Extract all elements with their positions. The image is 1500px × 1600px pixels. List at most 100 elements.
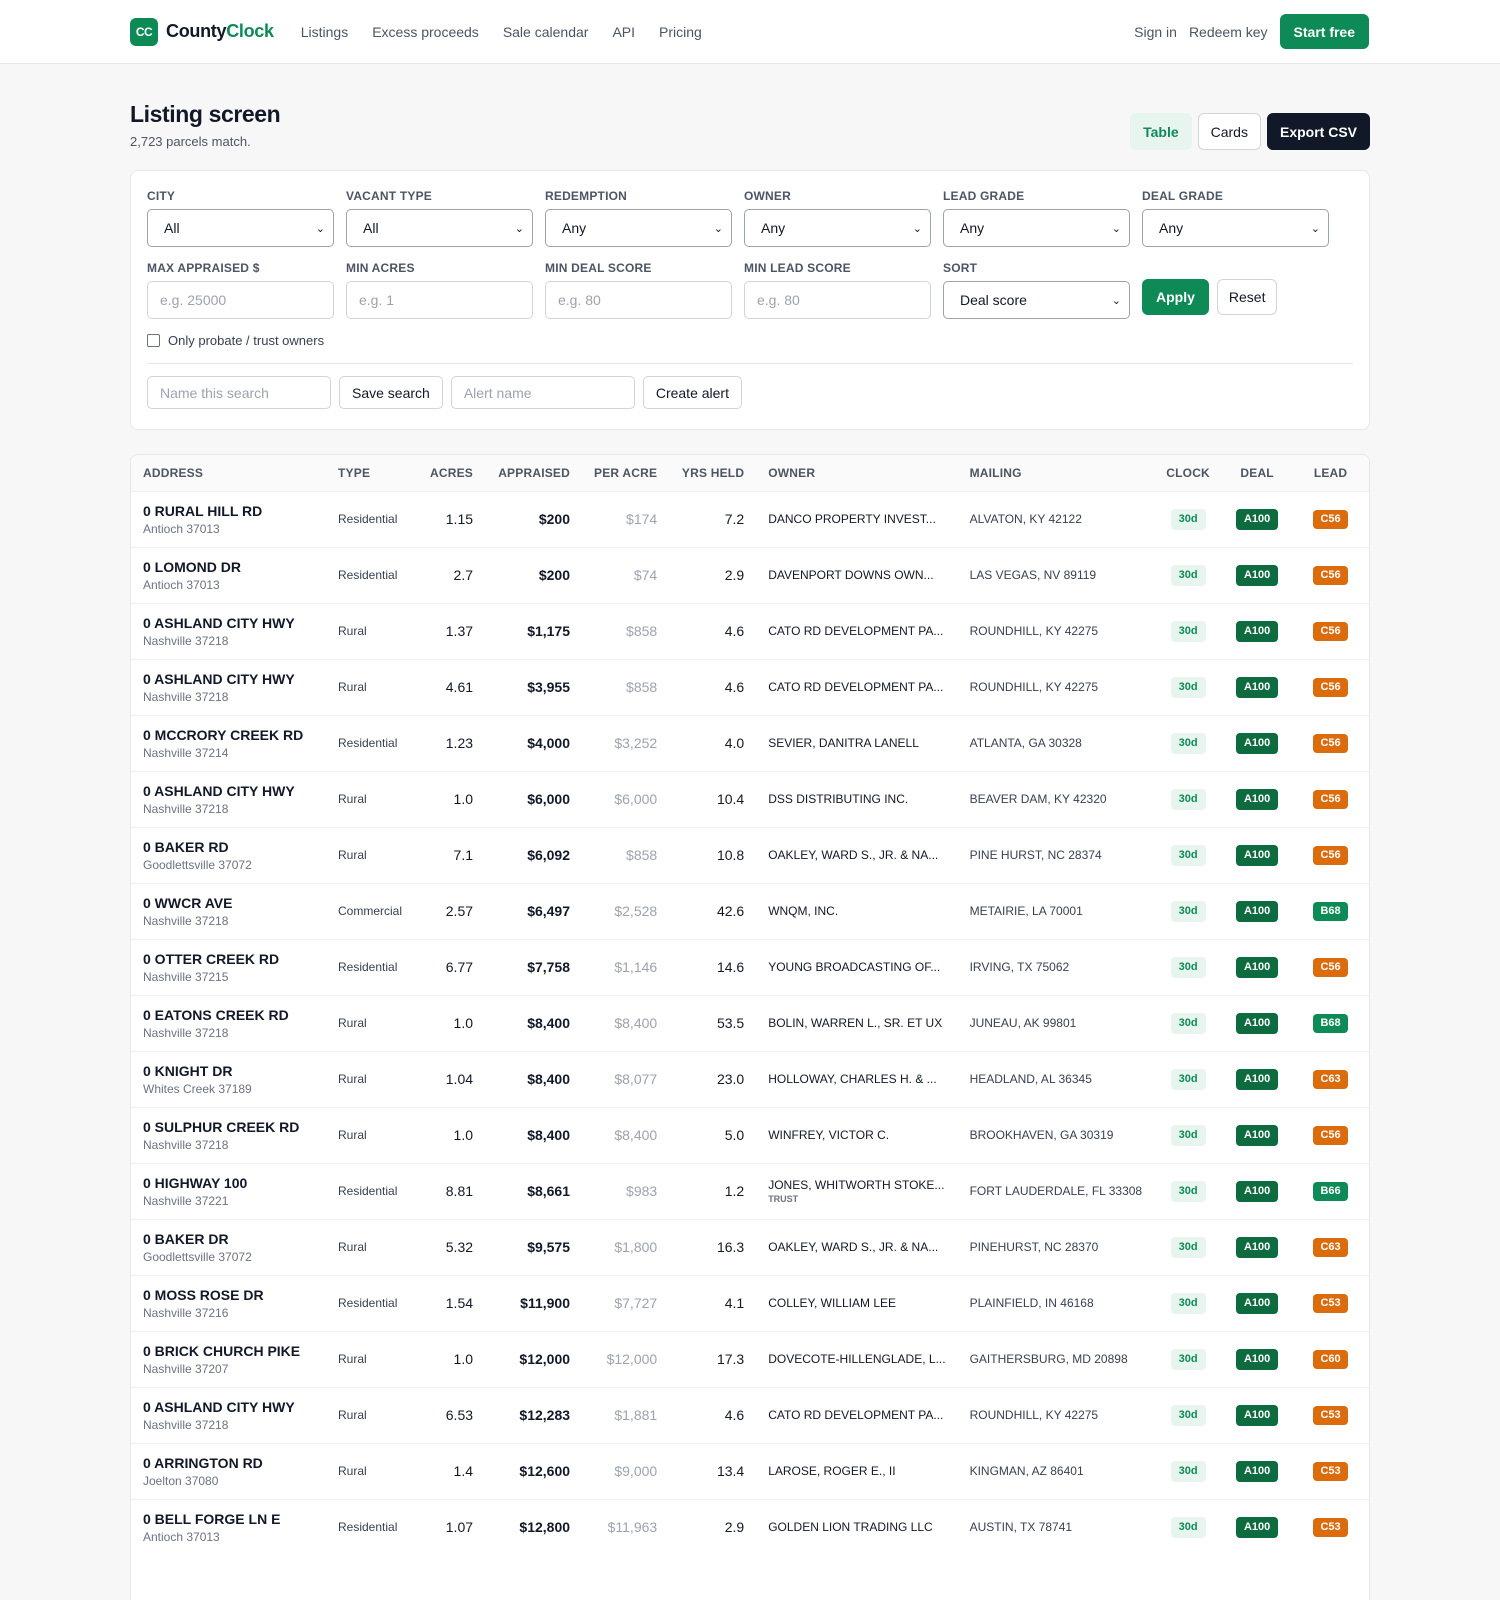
lead-cell: C56 <box>1292 771 1369 827</box>
address-cell: 0 HIGHWAY 100 Nashville 37221 <box>131 1163 326 1219</box>
parcel-address[interactable]: 0 BAKER RD <box>143 839 314 855</box>
yrs-held-cell: 42.6 <box>716 903 745 919</box>
table-row[interactable]: 0 SULPHUR CREEK RD Nashville 37218 Rural 1.… <box>131 1107 1369 1163</box>
col-deal[interactable]: Deal <box>1222 455 1292 491</box>
col-owner[interactable]: Owner <box>756 455 957 491</box>
parcel-address[interactable]: 0 BAKER DR <box>143 1231 314 1247</box>
nav-excess-proceeds[interactable]: Excess proceeds <box>372 24 479 40</box>
table-row[interactable]: 0 WWCR AVE Nashville 37218 Commercial 2.57 $… <box>131 883 1369 939</box>
mailing-cell: GAITHERSBURG, MD 20898 <box>969 1352 1128 1366</box>
nav-sale-calendar[interactable]: Sale calendar <box>503 24 589 40</box>
listings-table: Address Type Acres Appraised Per acre Yr… <box>130 454 1370 1600</box>
probate-filter[interactable]: Only probate / trust owners <box>147 333 1353 348</box>
deal-grade-select[interactable]: Any ⌄ <box>1142 209 1329 247</box>
start-free-button[interactable]: Start free <box>1279 14 1369 49</box>
vacant-type-select[interactable]: All ⌄ <box>346 209 533 247</box>
parcel-address[interactable]: 0 SULPHUR CREEK RD <box>143 1119 314 1135</box>
nav-api[interactable]: API <box>612 24 635 40</box>
search-name-input[interactable]: Name this search <box>147 376 331 409</box>
alert-name-input[interactable]: Alert name <box>450 376 635 409</box>
parcel-address[interactable]: 0 ASHLAND CITY HWY <box>143 1399 314 1415</box>
clock-cell: 30d <box>1154 1331 1222 1387</box>
parcel-address[interactable]: 0 BELL FORGE LN E <box>143 1511 314 1527</box>
table-row[interactable]: 0 BAKER DR Goodlettsville 37072 Rural 5.32 $… <box>131 1219 1369 1275</box>
table-row[interactable]: 0 RURAL HILL RD Antioch 37013 Residential 1… <box>131 491 1369 547</box>
table-row[interactable]: 0 BELL FORGE LN E Antioch 37013 Residentia… <box>131 1499 1369 1555</box>
col-per-acre[interactable]: Per acre <box>582 455 669 491</box>
mailing-cell: PLAINFIELD, IN 46168 <box>969 1296 1094 1310</box>
parcel-address[interactable]: 0 ARRINGTON RD <box>143 1455 314 1471</box>
col-yrs-held[interactable]: Yrs held <box>669 455 756 491</box>
col-acres[interactable]: Acres <box>418 455 485 491</box>
parcel-address[interactable]: 0 MCCRORY CREEK RD <box>143 727 314 743</box>
appraised-cell: $1,175 <box>527 623 571 639</box>
table-row[interactable]: 0 KNIGHT DR Whites Creek 37189 Rural 1.04 $8… <box>131 1051 1369 1107</box>
redemption-select[interactable]: Any ⌄ <box>545 209 732 247</box>
col-clock[interactable]: Clock <box>1154 455 1222 491</box>
mailing-cell: HEADLAND, AL 36345 <box>969 1072 1092 1086</box>
parcel-address[interactable]: 0 WWCR AVE <box>143 895 314 911</box>
parcel-address[interactable]: 0 KNIGHT DR <box>143 1063 314 1079</box>
parcel-address[interactable]: 0 LOMOND DR <box>143 559 314 575</box>
min-deal-score-input[interactable]: e.g. 80 <box>545 281 732 319</box>
lead-grade-label: Lead grade <box>943 189 1025 203</box>
nav-listings[interactable]: Listings <box>301 24 348 40</box>
parcel-address[interactable]: 0 MOSS ROSE DR <box>143 1287 314 1303</box>
table-row[interactable]: 0 BAKER RD Goodlettsville 37072 Rural 7.1 $6… <box>131 827 1369 883</box>
table-row[interactable]: 0 ASHLAND CITY HWY Nashville 37218 Rural 1.… <box>131 771 1369 827</box>
parcel-address[interactable]: 0 ASHLAND CITY HWY <box>143 783 314 799</box>
saved-search-row: Name this search Save search Alert name … <box>147 376 1353 409</box>
lead-badge: C56 <box>1313 789 1348 809</box>
nav-actions: Sign in Redeem key Start free <box>1134 14 1369 49</box>
parcel-address[interactable]: 0 HIGHWAY 100 <box>143 1175 314 1191</box>
clock-badge: 30d <box>1170 1460 1206 1482</box>
owner-select[interactable]: Any ⌄ <box>744 209 931 247</box>
lead-grade-select[interactable]: Any ⌄ <box>943 209 1130 247</box>
parcel-address[interactable]: 0 BRICK CHURCH PIKE <box>143 1343 314 1359</box>
col-appraised[interactable]: Appraised <box>485 455 582 491</box>
table-row[interactable]: 0 HIGHWAY 100 Nashville 37221 Residential 8… <box>131 1163 1369 1219</box>
export-csv-button[interactable]: Export CSV <box>1266 113 1370 150</box>
owner-cell: LAROSE, ROGER E., II <box>756 1443 957 1499</box>
table-row[interactable]: 0 ASHLAND CITY HWY Nashville 37218 Rural 1.… <box>131 603 1369 659</box>
per-acre-cell: $1,800 <box>614 1239 658 1255</box>
probate-checkbox[interactable] <box>147 334 160 347</box>
table-row[interactable]: 0 ASHLAND CITY HWY Nashville 37218 Rural 4.… <box>131 659 1369 715</box>
appraised-cell: $11,900 <box>520 1295 571 1311</box>
yrs-held-cell: 14.6 <box>716 959 745 975</box>
col-type[interactable]: Type <box>326 455 418 491</box>
apply-button[interactable]: Apply <box>1142 279 1209 315</box>
table-row[interactable]: 0 LOMOND DR Antioch 37013 Residential 2.7 $2… <box>131 547 1369 603</box>
create-alert-button[interactable]: Create alert <box>642 376 742 409</box>
reset-button[interactable]: Reset <box>1216 279 1278 315</box>
brand[interactable]: CC CountyClock <box>130 17 274 46</box>
parcel-address[interactable]: 0 ASHLAND CITY HWY <box>143 671 314 687</box>
table-row[interactable]: 0 OTTER CREEK RD Nashville 37215 Residenti… <box>131 939 1369 995</box>
redeem-key-link[interactable]: Redeem key <box>1189 24 1268 40</box>
parcel-city: Nashville 37218 <box>143 913 229 928</box>
parcel-address[interactable]: 0 EATONS CREEK RD <box>143 1007 314 1023</box>
mailing-cell: ROUNDHILL, KY 42275 <box>969 1408 1099 1422</box>
table-view-button[interactable]: Table <box>1130 113 1192 150</box>
col-address[interactable]: Address <box>131 455 326 491</box>
save-search-button[interactable]: Save search <box>339 376 443 409</box>
min-acres-input[interactable]: e.g. 1 <box>346 281 533 319</box>
table-row[interactable]: 0 MOSS ROSE DR Nashville 37216 Residential… <box>131 1275 1369 1331</box>
table-row[interactable]: 0 MCCRORY CREEK RD Nashville 37214 Residen… <box>131 715 1369 771</box>
parcel-address[interactable]: 0 RURAL HILL RD <box>143 503 314 519</box>
cards-view-button[interactable]: Cards <box>1197 113 1261 150</box>
sign-in-link[interactable]: Sign in <box>1134 24 1177 40</box>
parcel-address[interactable]: 0 ASHLAND CITY HWY <box>143 615 314 631</box>
table-row[interactable]: 0 EATONS CREEK RD Nashville 37218 Rural 1.0… <box>131 995 1369 1051</box>
table-row[interactable]: 0 ASHLAND CITY HWY Nashville 37218 Rural 6.… <box>131 1387 1369 1443</box>
table-row[interactable]: 0 BRICK CHURCH PIKE Nashville 37207 Rural 1… <box>131 1331 1369 1387</box>
city-select[interactable]: All ⌄ <box>147 209 334 247</box>
parcel-address[interactable]: 0 OTTER CREEK RD <box>143 951 314 967</box>
max-appraised-input[interactable]: e.g. 25000 <box>147 281 334 319</box>
nav-pricing[interactable]: Pricing <box>659 24 702 40</box>
col-mailing[interactable]: Mailing <box>958 455 1155 491</box>
table-row[interactable]: 0 ARRINGTON RD Joelton 37080 Rural 1.4 $12,6… <box>131 1443 1369 1499</box>
min-lead-score-input[interactable]: e.g. 80 <box>744 281 931 319</box>
sort-select[interactable]: Deal score ⌄ <box>943 281 1130 319</box>
col-lead[interactable]: Lead <box>1292 455 1369 491</box>
